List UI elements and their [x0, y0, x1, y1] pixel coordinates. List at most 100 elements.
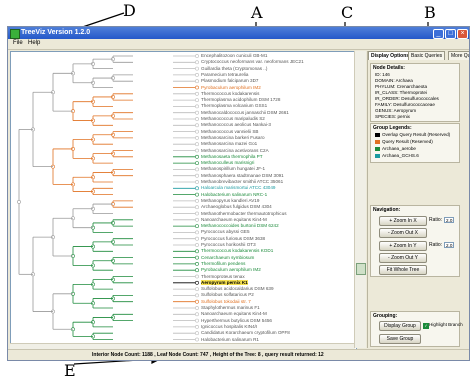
leaf-label[interactable]: Candidatus Korarchaeum cryptofilum OPF8 — [201, 330, 290, 335]
tree-node[interactable] — [195, 293, 199, 298]
close-button[interactable]: × — [457, 29, 468, 39]
tree-node[interactable] — [195, 261, 199, 266]
zoom-out-x-button[interactable]: - Zoom Out X — [379, 228, 427, 238]
tree-node[interactable] — [195, 236, 199, 241]
leaf-label[interactable]: Methanospirillum hungatei JF-1 — [201, 166, 265, 171]
tree-node[interactable] — [195, 274, 199, 279]
leaf-label[interactable]: Plasmodium falciparum 3D7 — [201, 78, 258, 83]
leaf-label[interactable]: Sulfolobus solfataricus P2 — [201, 292, 254, 297]
leaf-label[interactable]: Staphylothermus marinus F1 — [201, 305, 260, 310]
tree-node[interactable] — [195, 255, 199, 260]
leaf-label[interactable]: Cenarchaeum symbiosum — [201, 255, 254, 260]
tree-node[interactable] — [195, 287, 199, 292]
leaf-label[interactable]: Guillardia theta (Cryptomonas ..) — [201, 66, 267, 71]
leaf-label[interactable]: Methanopyrus kandleri AV19 — [201, 198, 259, 203]
leaf-label[interactable]: Thermoproteus tenax — [201, 274, 245, 279]
zoom-out-y-button[interactable]: - Zoom Out Y — [379, 253, 427, 263]
leaf-label[interactable]: Methanosarcina mazei Go1 — [201, 141, 257, 146]
leaf-label[interactable]: Methanocaldococcus jannaschii DSM 2661 — [201, 110, 289, 115]
leaf-label[interactable]: Methanosarcina barkeri Fusaro — [201, 135, 265, 140]
leaf-label[interactable]: Sulfolobus tokodaii str. 7 — [201, 299, 251, 304]
leaf-label[interactable]: Halobacterium salinarum NRC-1 — [201, 192, 267, 197]
tree-node[interactable] — [195, 243, 199, 247]
ratio-x-input[interactable]: 2.0 — [444, 217, 454, 223]
menu-help[interactable]: Help — [28, 40, 40, 46]
leaf-label[interactable]: Nanoarchaeum equitans Kin4-M — [201, 311, 267, 316]
tree-node[interactable] — [195, 161, 199, 166]
tree-node[interactable] — [195, 280, 199, 285]
minimize-button[interactable]: _ — [433, 29, 444, 39]
leaf-label[interactable]: Methanothermobacter thermautotrophicus — [201, 211, 287, 216]
tab-more-queries[interactable]: More Qu — [448, 51, 469, 60]
leaf-label[interactable]: Pyrobaculum aerophilum IM2 — [201, 267, 261, 272]
tree-node[interactable] — [195, 60, 199, 65]
fit-whole-tree-button[interactable]: Fit Whole Tree — [379, 265, 427, 275]
tree-node[interactable] — [195, 72, 199, 77]
leaf-label[interactable]: Archaeoglobus fulgidus DSM 4304 — [201, 204, 272, 209]
tree-node[interactable] — [195, 167, 199, 172]
vertical-scrollbar[interactable] — [354, 51, 366, 348]
tab-basic-queries[interactable]: Basic Queries — [408, 51, 446, 60]
tree-node[interactable] — [195, 66, 199, 71]
tree-node[interactable] — [195, 192, 199, 197]
leaf-label[interactable]: Pyrococcus furiosus DSM 3638 — [201, 236, 265, 241]
tree-node[interactable] — [195, 186, 199, 191]
tree-node[interactable] — [195, 91, 199, 96]
leaf-label[interactable]: Halobacterium salinarum R1 — [201, 337, 259, 342]
leaf-label[interactable]: Methanococcus maripaludis S2 — [201, 116, 265, 121]
tree-node[interactable] — [195, 268, 199, 273]
tree-node[interactable] — [195, 306, 199, 310]
tree-node[interactable] — [195, 129, 199, 134]
tree-node[interactable] — [195, 205, 199, 210]
leaf-label[interactable]: Methanococcoides burtonii DSM 6242 — [201, 223, 279, 228]
leaf-label[interactable]: Aeropyrum pernix K1 — [201, 279, 248, 285]
tree-node[interactable] — [17, 199, 21, 204]
scrollbar-thumb[interactable] — [356, 263, 366, 275]
ratio-y-input[interactable]: 2.0 — [444, 242, 454, 248]
leaf-label[interactable]: Methanobrevibacter smithii ATCC 35061 — [201, 179, 283, 184]
tree-node[interactable] — [195, 85, 199, 90]
tree-node[interactable] — [195, 98, 199, 103]
tree-node[interactable] — [195, 331, 199, 336]
tree-node[interactable] — [195, 154, 199, 159]
display-group-button[interactable]: Display Group — [379, 321, 421, 331]
leaf-label[interactable]: Haloarcula marismortui ATCC 43049 — [201, 185, 275, 190]
tree-node[interactable] — [195, 217, 199, 222]
leaf-label[interactable]: Thermococcus kodakarensis KOD1 — [201, 248, 273, 253]
tab-display-options[interactable]: Display Options — [368, 51, 413, 60]
save-group-button[interactable]: Save Group — [379, 334, 421, 344]
tree-node[interactable] — [195, 180, 199, 184]
zoom-in-y-button[interactable]: + Zoom In Y — [379, 241, 427, 251]
leaf-label[interactable]: Methanoculleus marisnigri — [201, 160, 254, 165]
leaf-label[interactable]: Sulfolobus acidocaldarius DSM 639 — [201, 286, 274, 291]
leaf-label[interactable]: Pyrobaculum aerophilum IM2 — [201, 85, 261, 90]
leaf-label[interactable]: Methanosaeta thermophila PT — [201, 154, 263, 159]
tree-node[interactable] — [195, 136, 199, 140]
tree-node[interactable] — [195, 230, 199, 235]
tree-node[interactable] — [195, 123, 199, 128]
leaf-label[interactable]: Ignicoccus hospitalis KIN4/I — [201, 324, 257, 329]
tree-node[interactable] — [195, 117, 199, 121]
title-bar[interactable]: TreeViz Version 1.2.0 _ □ × — [8, 27, 469, 39]
tree-node[interactable] — [195, 299, 199, 304]
leaf-label[interactable]: Pyrococcus abyssi GE5 — [201, 229, 250, 234]
tree-node[interactable] — [195, 54, 199, 58]
phylogenetic-tree[interactable] — [11, 52, 356, 349]
tree-node[interactable] — [195, 318, 199, 323]
tree-node[interactable] — [195, 249, 199, 254]
tree-node[interactable] — [195, 337, 199, 342]
tree-node[interactable] — [195, 324, 199, 329]
tree-node[interactable] — [195, 148, 199, 153]
leaf-label[interactable]: Cryptococcus neoformans var. neoformans … — [201, 59, 304, 64]
leaf-label[interactable]: Thermoplasma volcanium GSS1 — [201, 103, 267, 108]
zoom-in-x-button[interactable]: + Zoom In X — [379, 216, 427, 226]
leaf-label[interactable]: Nanoarchaeum equitans Kin4-M — [201, 217, 267, 222]
leaf-label[interactable]: Encephalitozoon cuniculi GB-M1 — [201, 53, 267, 58]
leaf-label[interactable]: Methanosarcina acetivorans C2A — [201, 148, 269, 153]
tree-node[interactable] — [195, 104, 199, 109]
leaf-label[interactable]: Methanococcus vannielii SB — [201, 129, 258, 134]
leaf-label[interactable]: Thermofilum pendens — [201, 261, 245, 266]
tree-node[interactable] — [195, 312, 199, 317]
tree-node[interactable] — [195, 173, 199, 178]
leaf-label[interactable]: Paramecium tetraurelia — [201, 72, 249, 77]
